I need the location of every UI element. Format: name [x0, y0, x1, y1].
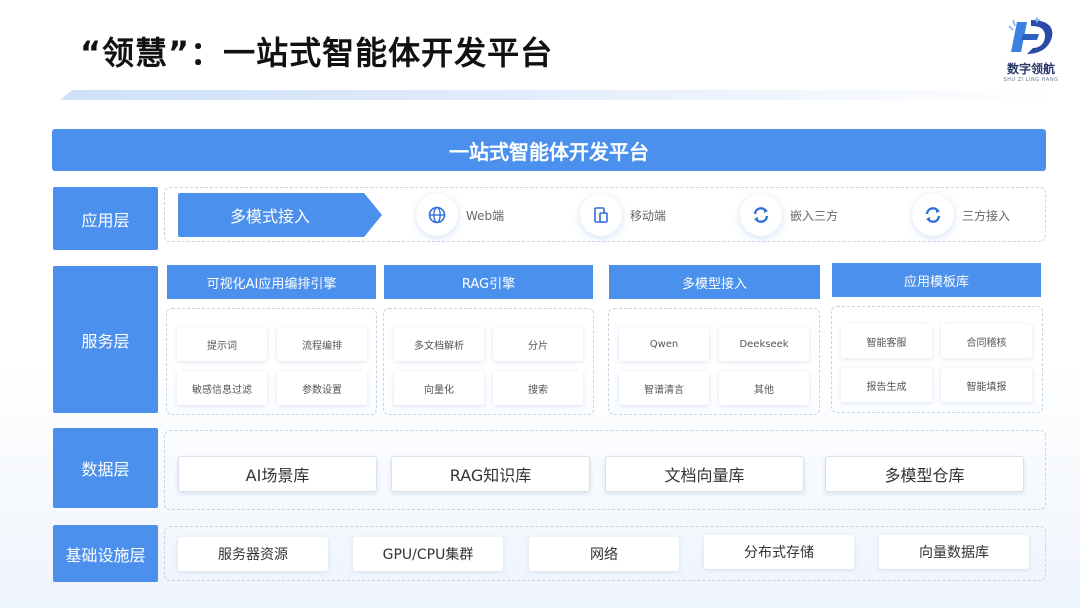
app-item-label: Web端	[466, 208, 505, 223]
data-store-item: RAG知识库	[391, 456, 590, 492]
data-store-item: 文档向量库	[605, 456, 804, 492]
logo-text-cn: 数字领航	[1006, 62, 1055, 76]
layer-label-infra: 基础设施层	[53, 525, 158, 582]
module-title-template-library: 应用模板库	[832, 263, 1041, 297]
app-item-mobile: 移动端	[580, 193, 666, 237]
app-item-label: 嵌入三方	[790, 208, 839, 223]
module-item: 智谱清言	[619, 371, 709, 405]
layer-label-data: 数据层	[53, 428, 158, 508]
layer-label-service: 服务层	[53, 266, 158, 413]
data-store-item: AI场景库	[178, 456, 377, 492]
logo: 数字领航 SHU ZI LING HANG	[1000, 14, 1062, 90]
module-item: 分片	[493, 327, 583, 361]
module-item: 参数设置	[277, 371, 367, 405]
app-item-label: 移动端	[630, 208, 667, 223]
module-item: 合同稽核	[941, 324, 1032, 358]
sync-icon	[912, 194, 954, 236]
sync-icon	[740, 194, 782, 236]
globe-icon	[416, 194, 458, 236]
module-title-multi-model: 多模型接入	[609, 265, 820, 299]
title-underline-bar	[60, 90, 1060, 100]
infra-item: 服务器资源	[178, 537, 328, 571]
module-title-rag-engine: RAG引擎	[384, 265, 593, 299]
infra-item: 向量数据库	[879, 535, 1029, 569]
layer-label-app: 应用层	[53, 187, 158, 250]
module-item: 其他	[719, 371, 809, 405]
app-item-embed: 嵌入三方	[740, 193, 838, 237]
app-item-third-party: 三方接入	[912, 193, 1010, 237]
logo-mark-icon	[1008, 16, 1053, 54]
app-item-web: Web端	[416, 193, 504, 237]
module-item: 敏感信息过滤	[177, 371, 267, 405]
module-item: 提示词	[177, 327, 267, 361]
infra-item: 网络	[529, 537, 679, 571]
module-title-ai-orchestration: 可视化AI应用编排引擎	[167, 265, 376, 299]
module-item: 向量化	[394, 371, 484, 405]
module-item: 搜索	[493, 371, 583, 405]
logo-text-en: SHU ZI LING HANG	[1003, 77, 1059, 83]
module-item: 智能客服	[841, 324, 932, 358]
infra-item: 分布式存储	[704, 535, 854, 569]
data-store-item: 多模型仓库	[825, 456, 1024, 492]
module-item: 智能填报	[941, 368, 1032, 402]
platform-banner: 一站式智能体开发平台	[52, 129, 1046, 171]
module-item: Deekseek	[719, 327, 809, 361]
module-item: Qwen	[619, 327, 709, 361]
mobile-icon	[580, 194, 622, 236]
app-item-label: 三方接入	[962, 208, 1011, 223]
infra-item: GPU/CPU集群	[353, 537, 503, 571]
multi-mode-access-tag: 多模式接入	[178, 193, 382, 237]
module-item: 多文档解析	[394, 327, 484, 361]
module-item: 报告生成	[841, 368, 932, 402]
slide-title: “领慧”：一站式智能体开发平台	[80, 34, 554, 72]
module-item: 流程编排	[277, 327, 367, 361]
